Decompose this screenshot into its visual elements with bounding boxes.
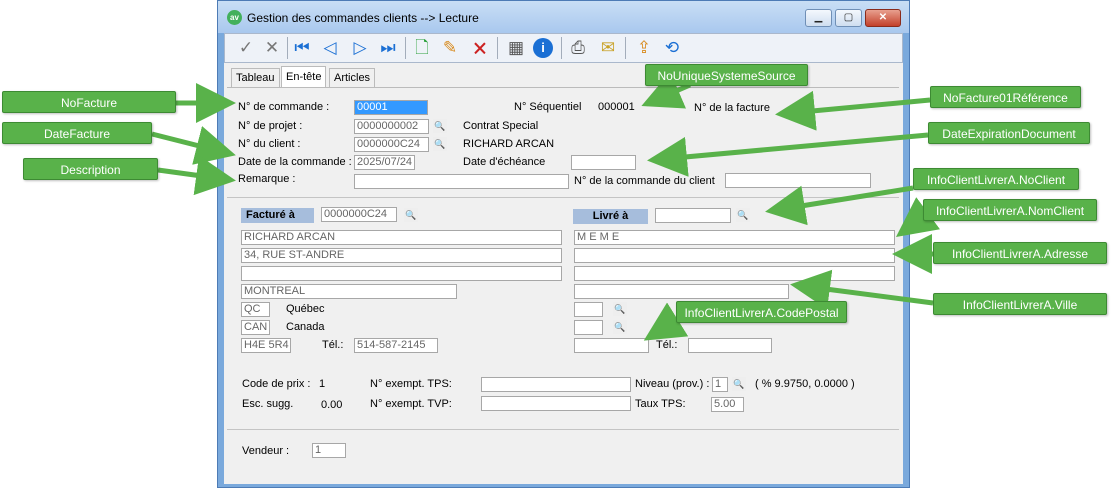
callout-nounique: NoUniqueSystemeSource: [645, 64, 808, 86]
callout-adresse: InfoClientLivrerA.Adresse: [933, 242, 1107, 264]
arrow-nounique: [641, 71, 691, 109]
arrow-description: [157, 155, 236, 196]
callout-nofacture01: NoFacture01Référence: [930, 86, 1081, 108]
arrow-nofacture01: [775, 90, 931, 131]
callout-noclient: InfoClientLivrerA.NoClient: [913, 168, 1079, 190]
arrow-datefacture: [151, 126, 236, 165]
callout-dateexpiration: DateExpirationDocument: [928, 122, 1090, 144]
callout-codepostal: InfoClientLivrerA.CodePostal: [676, 301, 847, 323]
callout-ville: InfoClientLivrerA.Ville: [933, 293, 1107, 315]
callout-description: Description: [23, 158, 158, 180]
arrow-noclient: [765, 185, 914, 226]
arrow-dateexpiration: [647, 132, 929, 177]
callout-nomclient: InfoClientLivrerA.NomClient: [923, 199, 1097, 221]
arrow-nomclient: [895, 197, 941, 237]
callout-nofacture: NoFacture: [2, 91, 176, 113]
callout-datefacture: DateFacture: [2, 122, 152, 144]
